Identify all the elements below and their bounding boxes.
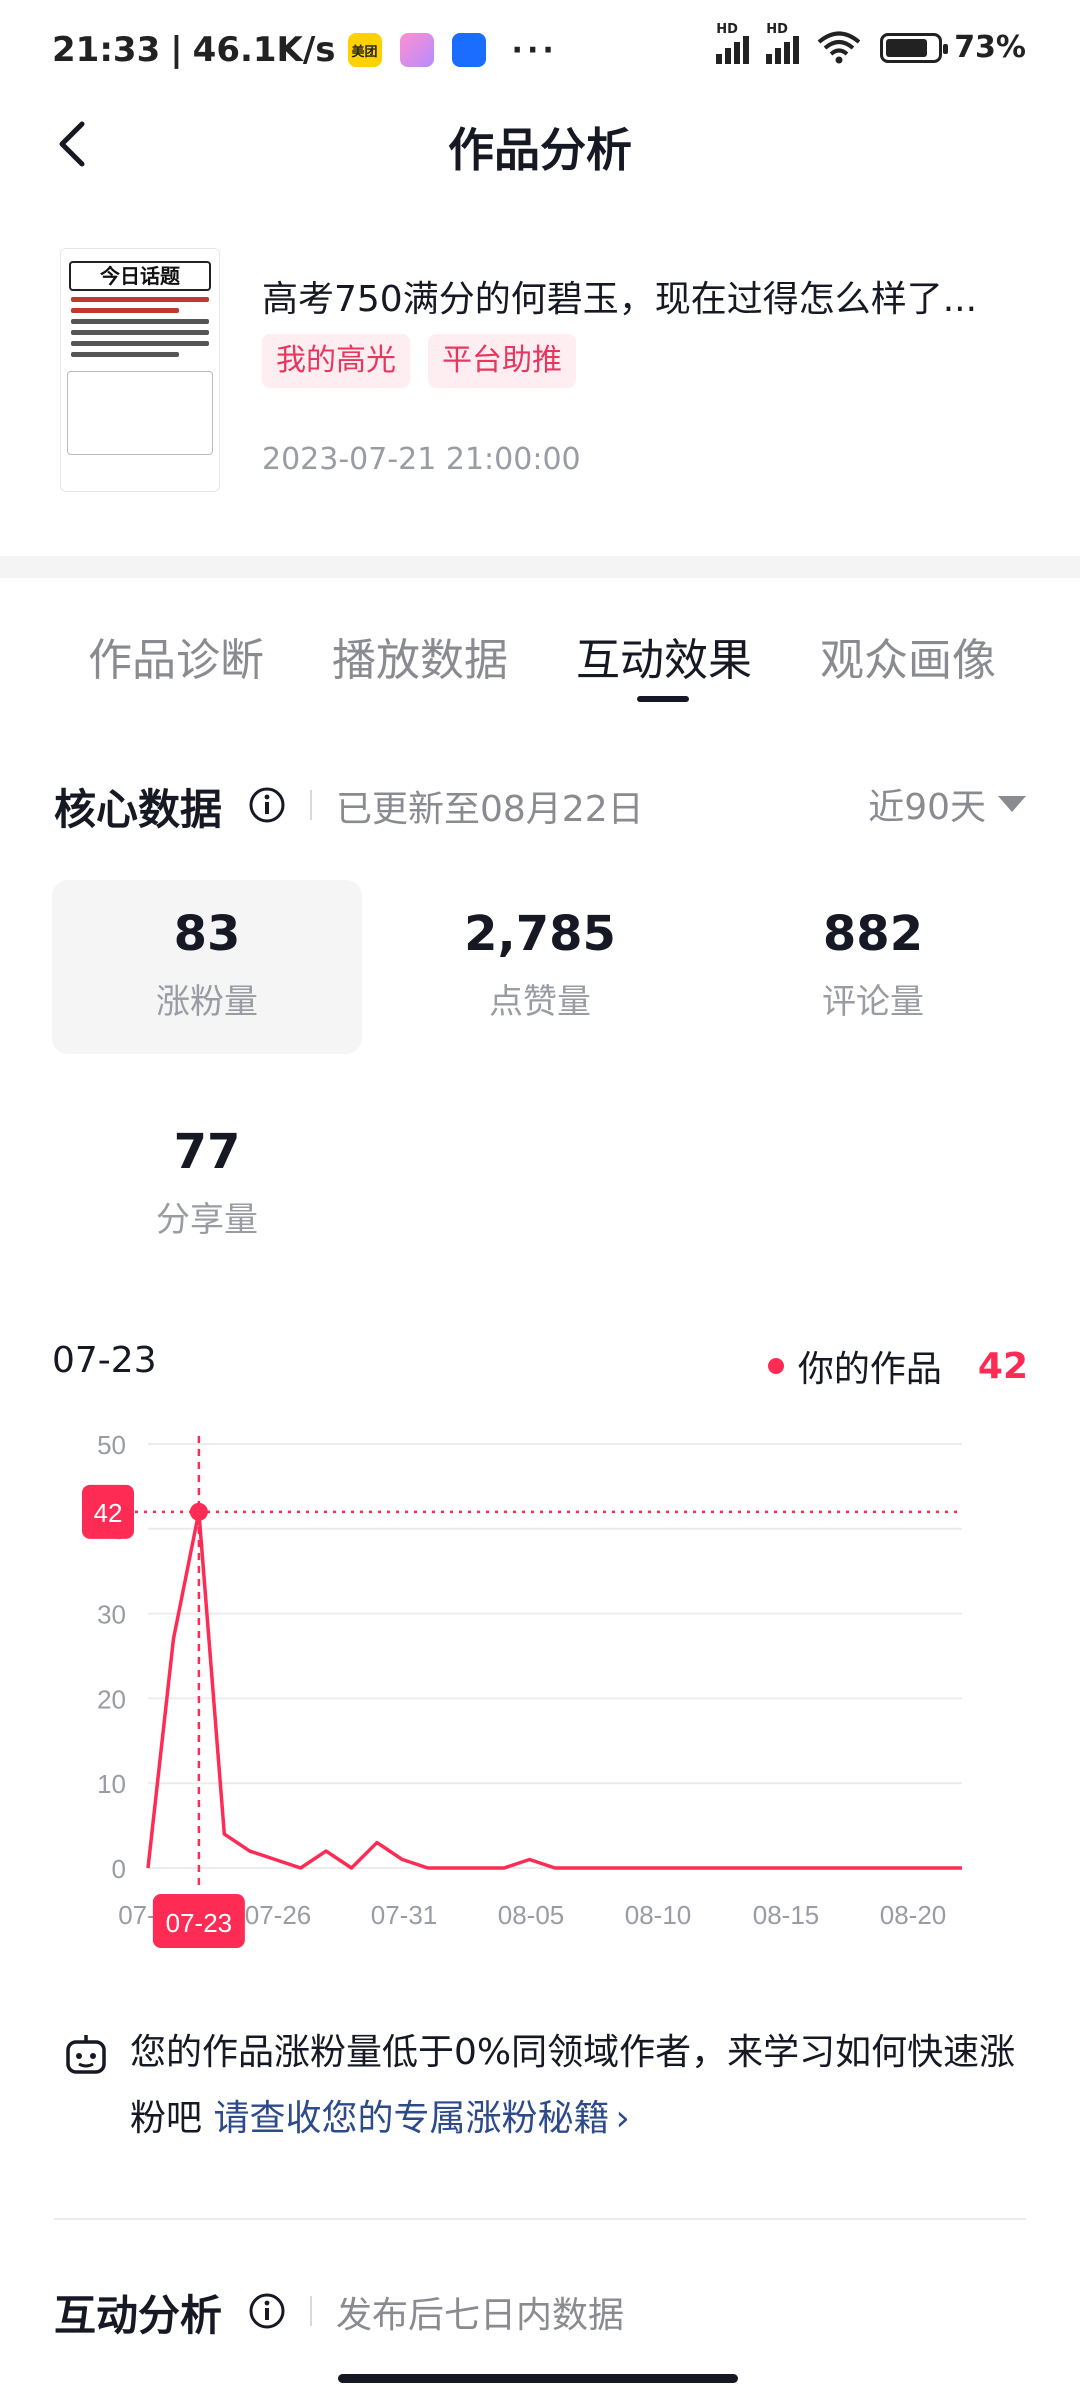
y-tick-label: 30 [97, 1600, 126, 1630]
metric-label: 点赞量 [489, 982, 591, 1022]
legend-label: 你的作品 [797, 1349, 942, 1390]
page-title: 作品分析 [448, 123, 632, 177]
status-right: HD HD 73% [716, 22, 1026, 65]
camera-app-icon [399, 33, 434, 67]
date-range-select[interactable]: 近90天 [868, 778, 1026, 830]
interaction-subtitle: 发布后七日内数据 [336, 2295, 625, 2336]
info-icon[interactable] [248, 2292, 286, 2330]
metric-value: 83 [173, 906, 241, 962]
interaction-analysis-header: 互动分析 发布后七日内数据 [0, 2276, 1080, 2346]
x-tick-label: 08-15 [753, 1900, 820, 1930]
header-separator [310, 2296, 312, 2326]
x-tick-label: 08-05 [498, 1900, 565, 1930]
y-tick-label: 0 [112, 1854, 126, 1884]
section-divider [0, 556, 1080, 578]
metric-value: 2,785 [464, 906, 616, 962]
info-icon[interactable] [248, 786, 286, 824]
metric-shares[interactable]: 77 分享量 [52, 1098, 362, 1272]
chart-legend: 你的作品 42 [767, 1340, 1028, 1392]
car-app-icon [451, 33, 486, 67]
publish-date: 2023-07-21 21:00:00 [262, 442, 581, 477]
battery-percent: 73% [954, 30, 1026, 65]
work-title: 高考750满分的何碧玉，现在过得怎么样了... [262, 279, 978, 320]
x-tick-label: 08-20 [880, 1900, 947, 1930]
metric-label: 分享量 [156, 1200, 258, 1240]
metric-value: 882 [822, 906, 924, 962]
work-card[interactable]: 今日话题 高考750满分的何碧玉，现在过得怎么样了... 我的高光 平台助推 2… [0, 240, 1080, 510]
work-thumbnail[interactable]: 今日话题 [60, 248, 220, 492]
metric-label: 涨粉量 [156, 982, 258, 1022]
robot-icon [66, 2035, 106, 2074]
chevron-right-icon[interactable]: › [615, 2098, 629, 2139]
signal-icon-2: HD [766, 22, 802, 64]
y-value-badge-label: 42 [94, 1498, 123, 1528]
header-separator [310, 790, 312, 820]
metric-likes[interactable]: 2,785 点赞量 [385, 880, 695, 1054]
x-tick-label: 07- [118, 1900, 156, 1930]
core-data-header: 核心数据 已更新至08月22日 近90天 [0, 770, 1080, 840]
chart-selected-date: 07-23 [52, 1340, 157, 1381]
core-data-title: 核心数据 [54, 785, 223, 834]
metric-value: 77 [173, 1124, 241, 1180]
update-status: 已更新至08月22日 [336, 789, 644, 830]
tip-text-block: 您的作品涨粉量低于0%同领域作者，来学习如何快速涨粉吧 请查收您的专属涨粉秘籍 › [130, 2020, 1034, 2152]
more-notifications-icon: ··· [511, 32, 558, 68]
status-left: 21:33 | 46.1K/s 美团 ··· [52, 30, 558, 70]
hd-label: HD [766, 21, 788, 37]
metric-comments[interactable]: 882 评论量 [718, 880, 1028, 1054]
highlight-point [189, 1502, 208, 1521]
header: 作品分析 [0, 96, 1080, 192]
tab-diagnosis[interactable]: 作品诊断 [88, 624, 264, 688]
y-tick-label: 50 [97, 1430, 126, 1460]
x-tick-label: 07-31 [371, 1900, 438, 1930]
tab-playback-data[interactable]: 播放数据 [332, 624, 508, 688]
divider-line [54, 2218, 1026, 2220]
interaction-analysis-title: 互动分析 [54, 2291, 223, 2340]
x-tick-label: 08-10 [625, 1900, 692, 1930]
series-line [146, 1510, 962, 1870]
battery-icon [880, 32, 949, 63]
metric-fans-gained[interactable]: 83 涨粉量 [52, 880, 362, 1054]
home-indicator[interactable] [338, 2374, 738, 2383]
legend-value: 42 [977, 1345, 1028, 1387]
y-tick-label: 20 [97, 1684, 126, 1714]
x-tick-label: 07-26 [245, 1900, 312, 1930]
growth-guide-link[interactable]: 请查收您的专属涨粉秘籍 [213, 2098, 609, 2139]
signal-icon-1: HD [716, 22, 752, 64]
tab-audience-profile[interactable]: 观众画像 [820, 624, 996, 688]
thumbnail-heading: 今日话题 [69, 261, 211, 291]
tag-highlight[interactable]: 我的高光 [262, 334, 410, 388]
status-net-speed: 46.1K/s [192, 30, 336, 70]
dropdown-caret-icon [998, 796, 1026, 812]
status-time: 21:33 [52, 30, 161, 70]
status-bar: 21:33 | 46.1K/s 美团 ··· HD HD 73% [0, 0, 1080, 96]
active-tab-indicator [637, 696, 689, 702]
meituan-app-icon: 美团 [347, 33, 382, 67]
status-separator: | [170, 30, 183, 70]
y-tick-label: 10 [97, 1769, 126, 1799]
tab-interaction-effect[interactable]: 互动效果 [576, 624, 752, 688]
date-range-label: 近90天 [868, 787, 986, 828]
work-tags: 我的高光 平台助推 [262, 334, 594, 388]
metric-label: 评论量 [822, 982, 924, 1022]
legend-dot [767, 1358, 784, 1374]
x-value-badge-label: 07-23 [166, 1908, 233, 1938]
tag-platform-boost[interactable]: 平台助推 [428, 334, 576, 388]
hd-label: HD [716, 21, 738, 37]
wifi-icon [817, 31, 861, 63]
fans-line-chart[interactable]: 010203040504207-07-2607-3108-0508-1008-1… [0, 1410, 1080, 1970]
tab-bar: 作品诊断 播放数据 互动效果 观众画像 [0, 612, 1080, 702]
